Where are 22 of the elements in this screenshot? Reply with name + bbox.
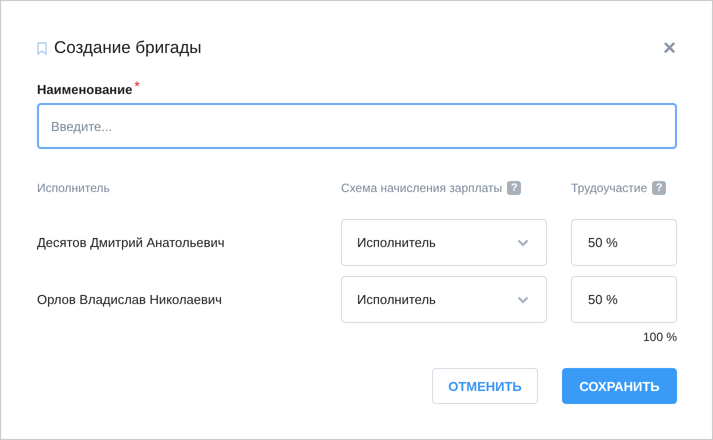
dialog-title: Создание бригады	[54, 38, 203, 58]
chevron-down-icon	[517, 238, 529, 246]
field-label: Наименование	[37, 82, 132, 97]
name-input-field[interactable]: Введите...	[37, 103, 677, 149]
scheme-dropdown[interactable]: Исполнитель	[341, 276, 547, 323]
cancel-button[interactable]: ОТМЕНИТЬ	[432, 368, 538, 404]
column-header: Схема начисления зарплаты	[341, 181, 502, 195]
share-input-field[interactable]: 50 %	[571, 219, 677, 266]
help-icon[interactable]: ?	[507, 181, 522, 195]
column-header: Исполнитель	[37, 181, 110, 195]
share-input-field[interactable]: 50 %	[571, 276, 677, 323]
chevron-down-icon	[517, 296, 529, 304]
help-icon[interactable]: ?	[652, 181, 666, 195]
save-button[interactable]: СОХРАНИТЬ	[562, 368, 677, 404]
scheme-dropdown[interactable]: Исполнитель	[341, 219, 547, 266]
executor-name: Десятов Дмитрий Анатольевич	[37, 235, 226, 250]
column-header: Трудоучастие	[571, 181, 648, 195]
executor-name: Орлов Владислав Николаевич	[37, 292, 223, 307]
total-share: 100 %	[642, 330, 677, 344]
close-button[interactable]: ×	[663, 37, 676, 59]
bookmark-icon	[37, 42, 47, 54]
required-mark: *	[134, 78, 140, 94]
